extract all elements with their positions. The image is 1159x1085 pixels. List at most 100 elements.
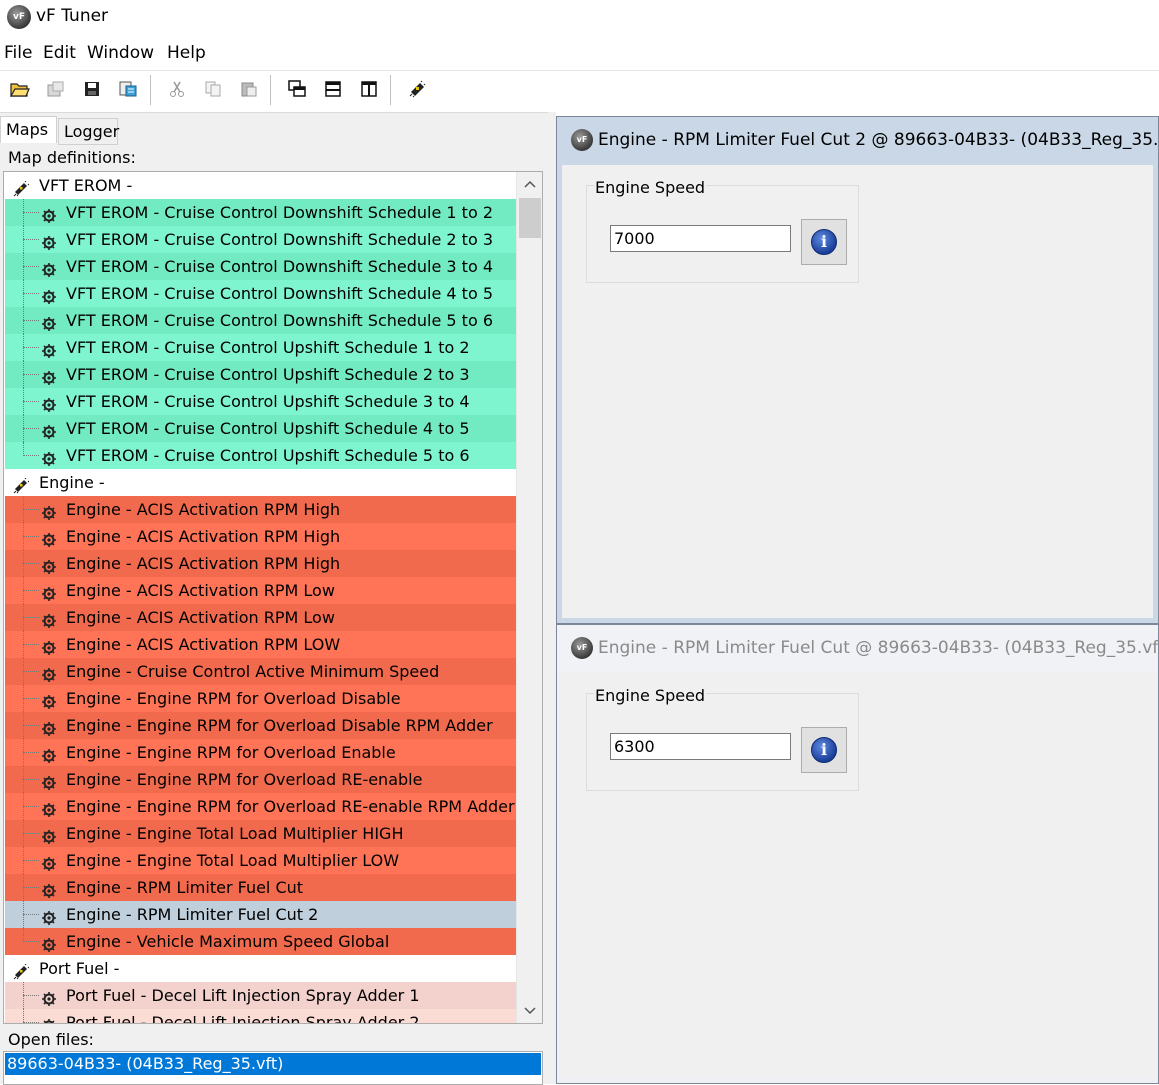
tree-item[interactable]: Engine - Engine RPM for Overload RE-enab…	[5, 766, 517, 793]
tree-item-label: Engine - Engine RPM for Overload RE-enab…	[66, 770, 423, 789]
cut-icon[interactable]	[166, 78, 188, 100]
tree-item[interactable]: VFT EROM - Cruise Control Upshift Schedu…	[5, 415, 517, 442]
map-gear-icon	[41, 340, 57, 358]
menu-help[interactable]: Help	[167, 43, 206, 63]
map-window-fuel-cut-2[interactable]: vF Engine - RPM Limiter Fuel Cut 2 @ 896…	[556, 116, 1159, 624]
tree-item-label: Engine - Engine RPM for Overload RE-enab…	[66, 797, 515, 816]
tree-branch-line	[23, 928, 24, 942]
group-chip-icon	[13, 475, 30, 494]
tree-item[interactable]: Engine - ACIS Activation RPM Low	[5, 577, 517, 604]
tree-item[interactable]: Engine - ACIS Activation RPM High	[5, 550, 517, 577]
tree-group-node[interactable]: Port Fuel -	[5, 955, 517, 982]
tree-item[interactable]: Engine - Engine RPM for Overload Enable	[5, 739, 517, 766]
tree-item[interactable]: VFT EROM - Cruise Control Downshift Sche…	[5, 253, 517, 280]
tile-vertical-icon[interactable]	[358, 78, 380, 100]
tree-item[interactable]: VFT EROM - Cruise Control Downshift Sche…	[5, 226, 517, 253]
menu-window[interactable]: Window	[87, 43, 154, 63]
scroll-thumb[interactable]	[519, 198, 541, 238]
open-file-item[interactable]: 89663-04B33- (04B33_Reg_35.vft)	[5, 1053, 541, 1075]
paste-icon[interactable]	[238, 78, 260, 100]
tree-item[interactable]: Port Fuel - Decel Lift Injection Spray A…	[5, 1009, 517, 1023]
map-window-fuel-cut[interactable]: vF Engine - RPM Limiter Fuel Cut @ 89663…	[556, 624, 1159, 1084]
tree-item[interactable]: Engine - Engine Total Load Multiplier LO…	[5, 847, 517, 874]
tree-item-label: VFT EROM - Cruise Control Downshift Sche…	[66, 230, 493, 249]
cascade-windows-icon[interactable]	[286, 78, 308, 100]
properties-icon[interactable]	[45, 78, 67, 100]
scroll-up-icon[interactable]	[517, 172, 542, 196]
open-files-list[interactable]: 89663-04B33- (04B33_Reg_35.vft)	[3, 1051, 543, 1085]
map-gear-icon	[41, 745, 57, 763]
tree-item-label: Engine - ACIS Activation RPM Low	[66, 581, 335, 600]
tree-scrollbar[interactable]	[516, 172, 542, 1023]
map-gear-icon	[41, 988, 57, 1006]
memory-chip-icon[interactable]	[406, 78, 428, 100]
tree-item[interactable]: VFT EROM - Cruise Control Downshift Sche…	[5, 307, 517, 334]
tree-item[interactable]: Engine - Vehicle Maximum Speed Global	[5, 928, 517, 955]
engine-speed-input[interactable]	[610, 733, 791, 760]
tree-item-label: Engine - Engine RPM for Overload Disable…	[66, 716, 493, 735]
tree-item[interactable]: VFT EROM - Cruise Control Upshift Schedu…	[5, 361, 517, 388]
info-button[interactable]: i	[801, 219, 847, 265]
map-gear-icon	[41, 799, 57, 817]
tree-item[interactable]: VFT EROM - Cruise Control Upshift Schedu…	[5, 334, 517, 361]
tree-branch-line	[23, 617, 39, 618]
title-bar: vF vF Tuner	[0, 0, 1159, 36]
save-all-icon[interactable]	[117, 78, 139, 100]
tree-item-label: Engine - RPM Limiter Fuel Cut	[66, 878, 304, 897]
tree-item-label: VFT EROM - Cruise Control Upshift Schedu…	[66, 338, 470, 357]
tab-logger[interactable]: Logger	[58, 118, 119, 145]
map-gear-icon	[41, 610, 57, 628]
menu-file[interactable]: File	[4, 43, 32, 63]
tree-branch-line	[23, 860, 39, 861]
map-gear-icon	[41, 772, 57, 790]
app-logo-icon: vF	[7, 5, 31, 29]
tree-item[interactable]: Engine - ACIS Activation RPM High	[5, 496, 517, 523]
tree-item[interactable]: Port Fuel - Decel Lift Injection Spray A…	[5, 982, 517, 1009]
tree-branch-line	[23, 374, 39, 375]
map-gear-icon	[41, 907, 57, 925]
map-gear-icon	[41, 853, 57, 871]
tree-branch-line	[23, 698, 39, 699]
tree-item[interactable]: Engine - ACIS Activation RPM LOW	[5, 631, 517, 658]
tree-item[interactable]: VFT EROM - Cruise Control Downshift Sche…	[5, 280, 517, 307]
map-gear-icon	[41, 448, 57, 466]
tree-item[interactable]: Engine - RPM Limiter Fuel Cut	[5, 874, 517, 901]
tree-branch-line	[23, 995, 39, 996]
tree-item-label: VFT EROM - Cruise Control Downshift Sche…	[66, 284, 493, 303]
tree-item[interactable]: Engine - Engine RPM for Overload Disable	[5, 685, 517, 712]
engine-speed-input[interactable]	[610, 225, 791, 252]
window-titlebar[interactable]: vF Engine - RPM Limiter Fuel Cut @ 89663…	[557, 625, 1159, 673]
copy-icon[interactable]	[202, 78, 224, 100]
tree-item[interactable]: Engine - Engine Total Load Multiplier HI…	[5, 820, 517, 847]
tree-item[interactable]: Engine - Engine RPM for Overload Disable…	[5, 712, 517, 739]
open-folder-icon[interactable]	[9, 78, 31, 100]
tree-item[interactable]: Engine - Cruise Control Active Minimum S…	[5, 658, 517, 685]
tree-item-label: VFT EROM - Cruise Control Downshift Sche…	[66, 203, 493, 222]
tab-maps[interactable]: Maps	[0, 116, 57, 143]
menu-edit[interactable]: Edit	[43, 43, 76, 63]
tree-branch-line	[23, 239, 39, 240]
tree-branch-line	[23, 1022, 39, 1023]
window-titlebar[interactable]: vF Engine - RPM Limiter Fuel Cut 2 @ 896…	[557, 117, 1159, 165]
tree-branch-line	[23, 428, 39, 429]
toolbar	[0, 70, 1159, 108]
panel-splitter[interactable]	[548, 112, 556, 1084]
scroll-down-icon[interactable]	[517, 999, 542, 1023]
tree-branch-line	[23, 752, 39, 753]
tree-item[interactable]: VFT EROM - Cruise Control Upshift Schedu…	[5, 442, 517, 469]
map-definitions-tree[interactable]: VFT EROM - VFT EROM - Cruise Control Down…	[3, 171, 543, 1024]
window-logo-icon: vF	[571, 637, 593, 659]
window-client: Engine Speed i	[562, 673, 1153, 1078]
tree-item[interactable]: VFT EROM - Cruise Control Upshift Schedu…	[5, 388, 517, 415]
tree-group-node[interactable]: VFT EROM -	[5, 172, 517, 199]
tree-item-selected[interactable]: Engine - RPM Limiter Fuel Cut 2	[5, 901, 517, 928]
tree-group-node[interactable]: Engine -	[5, 469, 517, 496]
save-icon[interactable]	[81, 78, 103, 100]
tree-item[interactable]: Engine - ACIS Activation RPM High	[5, 523, 517, 550]
info-button[interactable]: i	[801, 727, 847, 773]
tile-horizontal-icon[interactable]	[322, 78, 344, 100]
tree-item[interactable]: Engine - Engine RPM for Overload RE-enab…	[5, 793, 517, 820]
tree-item[interactable]: VFT EROM - Cruise Control Downshift Sche…	[5, 199, 517, 226]
tree-item[interactable]: Engine - ACIS Activation RPM Low	[5, 604, 517, 631]
window-title: Engine - RPM Limiter Fuel Cut @ 89663-04…	[598, 638, 1159, 658]
